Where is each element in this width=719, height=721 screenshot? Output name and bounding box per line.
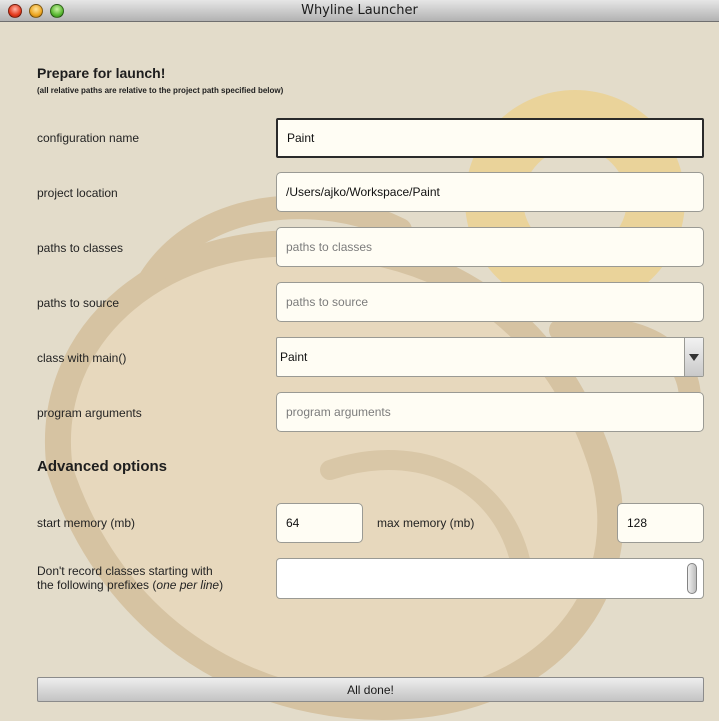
exclude-prefixes-label: Don't record classes starting with the f… (37, 564, 223, 592)
window-title: Whyline Launcher (301, 3, 418, 18)
exclude-prefixes-label-suffix: ) (219, 578, 224, 592)
page-title: Prepare for launch! (37, 65, 166, 81)
start-memory-input[interactable] (276, 503, 363, 543)
paths-to-source-label: paths to source (37, 296, 120, 310)
program-arguments-label: program arguments (37, 406, 142, 420)
launcher-content: Prepare for launch! (all relative paths … (0, 23, 719, 721)
paths-to-source-input[interactable] (276, 282, 704, 322)
exclude-prefixes-label-line2: the following prefixes (one per line) (37, 578, 223, 592)
class-with-main-label: class with main() (37, 351, 127, 365)
all-done-button[interactable]: All done! (37, 677, 704, 702)
paths-to-classes-label: paths to classes (37, 241, 124, 255)
exclude-prefixes-textarea[interactable] (276, 558, 704, 599)
start-memory-label: start memory (mb) (37, 516, 136, 530)
page-subtitle: (all relative paths are relative to the … (37, 86, 284, 95)
program-arguments-input[interactable] (276, 392, 704, 432)
max-memory-label: max memory (mb) (377, 516, 475, 530)
max-memory-input[interactable] (617, 503, 704, 543)
advanced-options-heading: Advanced options (37, 458, 168, 475)
paths-to-classes-input[interactable] (276, 227, 704, 267)
triangle-down-icon (689, 353, 699, 361)
configuration-name-input[interactable] (276, 118, 704, 158)
exclude-prefixes-label-emphasis: one per line (156, 578, 220, 592)
configuration-name-label: configuration name (37, 131, 140, 145)
exclude-prefixes-label-prefix: the following prefixes ( (37, 578, 157, 592)
title-bar: Whyline Launcher (0, 0, 719, 22)
class-with-main-value: Paint (280, 350, 308, 364)
dropdown-arrow-button[interactable] (684, 338, 703, 376)
class-with-main-select[interactable]: Paint (276, 337, 704, 377)
exclude-prefixes-label-line1: Don't record classes starting with (37, 564, 213, 578)
textarea-scrollbar[interactable] (687, 563, 697, 594)
project-location-input[interactable] (276, 172, 704, 212)
project-location-label: project location (37, 186, 118, 200)
